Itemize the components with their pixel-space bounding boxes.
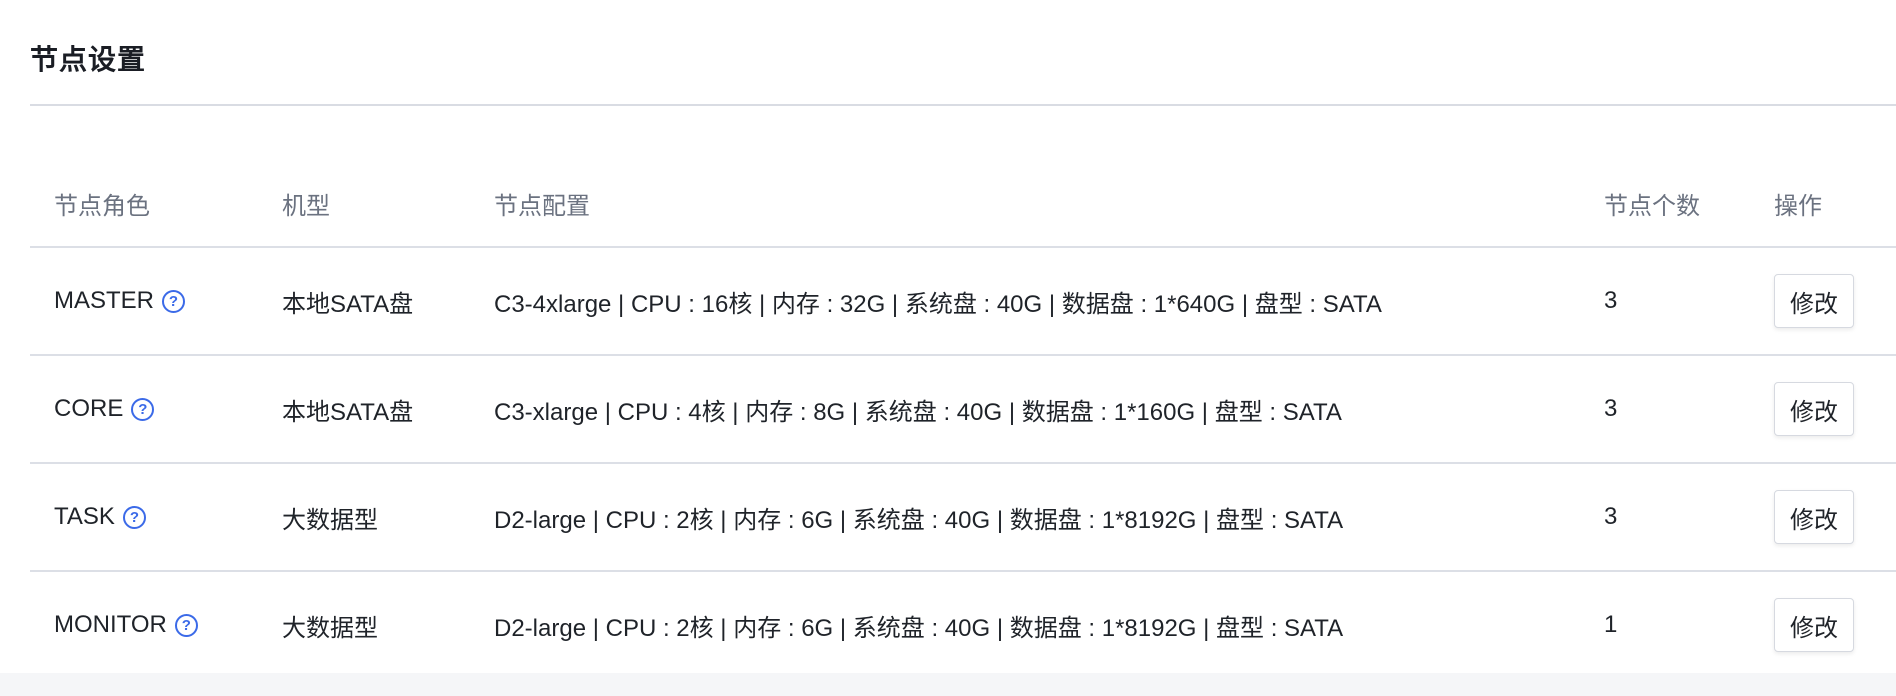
modify-button[interactable]: 修改 bbox=[1774, 382, 1854, 436]
role-cell: TASK ? bbox=[54, 464, 146, 570]
role-label: MONITOR bbox=[54, 611, 167, 638]
count-cell: 1 bbox=[1604, 611, 1618, 638]
question-circle-icon[interactable]: ? bbox=[174, 613, 198, 637]
modify-button[interactable]: 修改 bbox=[1774, 598, 1854, 652]
table-row: CORE ? 本地SATA盘 C3-xlarge | CPU : 4核 | 内存… bbox=[30, 356, 1896, 464]
bottom-background bbox=[0, 673, 1896, 696]
operation-cell: 修改 bbox=[1774, 464, 1854, 570]
operation-cell: 修改 bbox=[1774, 248, 1854, 354]
question-circle-icon[interactable]: ? bbox=[131, 397, 155, 421]
header-type: 机型 bbox=[282, 192, 330, 220]
role-cell: MASTER ? bbox=[54, 248, 186, 354]
role-label: TASK bbox=[54, 503, 115, 530]
config-cell: C3-4xlarge | CPU : 16核 | 内存 : 32G | 系统盘 … bbox=[494, 290, 1382, 318]
section-title: 节点设置 bbox=[30, 44, 147, 75]
table-row: MASTER ? 本地SATA盘 C3-4xlarge | CPU : 16核 … bbox=[30, 248, 1896, 356]
config-cell: C3-xlarge | CPU : 4核 | 内存 : 8G | 系统盘 : 4… bbox=[494, 398, 1342, 426]
modify-button[interactable]: 修改 bbox=[1774, 490, 1854, 544]
count-cell: 3 bbox=[1604, 287, 1618, 314]
question-circle-icon[interactable]: ? bbox=[162, 289, 186, 313]
operation-cell: 修改 bbox=[1774, 356, 1854, 462]
type-cell: 大数据型 bbox=[282, 614, 378, 642]
role-cell: CORE ? bbox=[54, 356, 155, 462]
header-operation: 操作 bbox=[1774, 192, 1822, 220]
header-count: 节点个数 bbox=[1604, 192, 1700, 220]
table-header-row: 节点角色 机型 节点配置 节点个数 操作 bbox=[30, 160, 1896, 248]
question-circle-icon[interactable]: ? bbox=[122, 505, 146, 529]
header-config: 节点配置 bbox=[494, 192, 590, 220]
config-cell: D2-large | CPU : 2核 | 内存 : 6G | 系统盘 : 40… bbox=[494, 506, 1344, 534]
node-settings-table: 节点角色 机型 节点配置 节点个数 操作 MASTER ? 本地SATA盘 C3… bbox=[30, 160, 1896, 680]
count-cell: 3 bbox=[1604, 503, 1618, 530]
modify-button[interactable]: 修改 bbox=[1774, 274, 1854, 328]
role-cell: MONITOR ? bbox=[54, 572, 198, 678]
table-row: TASK ? 大数据型 D2-large | CPU : 2核 | 内存 : 6… bbox=[30, 464, 1896, 572]
type-cell: 本地SATA盘 bbox=[282, 290, 414, 318]
count-cell: 3 bbox=[1604, 395, 1618, 422]
type-cell: 本地SATA盘 bbox=[282, 398, 414, 426]
config-cell: D2-large | CPU : 2核 | 内存 : 6G | 系统盘 : 40… bbox=[494, 614, 1344, 642]
operation-cell: 修改 bbox=[1774, 572, 1854, 678]
table-row: MONITOR ? 大数据型 D2-large | CPU : 2核 | 内存 … bbox=[30, 572, 1896, 680]
role-label: MASTER bbox=[54, 287, 155, 314]
role-label: CORE bbox=[54, 395, 124, 422]
title-divider bbox=[30, 104, 1896, 106]
header-role: 节点角色 bbox=[54, 192, 150, 220]
type-cell: 大数据型 bbox=[282, 506, 378, 534]
